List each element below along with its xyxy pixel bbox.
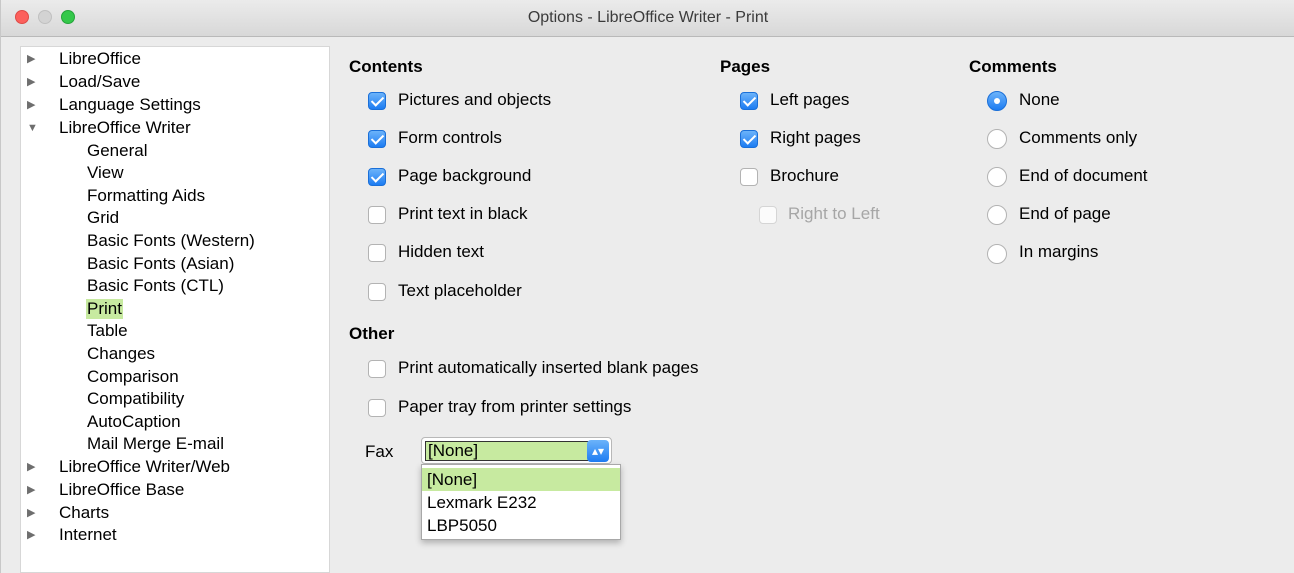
comments-only-label[interactable]: Comments only — [1019, 128, 1137, 148]
options-tree: ▶ LibreOffice ▶ Load/Save ▶ Language Set… — [20, 46, 330, 573]
tree-item-load-save[interactable]: Load/Save — [59, 72, 140, 92]
expand-arrow-icon[interactable]: ▶ — [27, 525, 39, 545]
pages-header: Pages — [720, 57, 771, 76]
end-of-page-label[interactable]: End of page — [1019, 204, 1111, 224]
window-title: Options - LibreOffice Writer - Print — [527, 9, 769, 26]
fax-option-none[interactable]: [None] — [422, 468, 620, 491]
fax-option-lbp5050[interactable]: LBP5050 — [422, 514, 620, 537]
comments-only-radio[interactable] — [987, 129, 1007, 149]
fax-combobox[interactable]: [None] ▴▾ — [421, 437, 612, 464]
blank-pages-label[interactable]: Print automatically inserted blank pages — [398, 358, 699, 378]
expand-arrow-icon[interactable]: ▶ — [27, 95, 39, 115]
paper-tray-label[interactable]: Paper tray from printer settings — [398, 397, 631, 417]
comments-none-radio[interactable] — [987, 91, 1007, 111]
tree-item-grid[interactable]: Grid — [87, 208, 119, 228]
print-text-in-black-checkbox[interactable] — [368, 206, 386, 224]
expand-arrow-icon[interactable]: ▶ — [27, 72, 39, 92]
in-margins-label[interactable]: In margins — [1019, 242, 1098, 262]
print-text-in-black-label[interactable]: Print text in black — [398, 204, 527, 224]
fax-value[interactable]: [None] — [425, 441, 589, 461]
right-to-left-label: Right to Left — [788, 204, 880, 223]
tree-item-internet[interactable]: Internet — [59, 525, 117, 545]
right-pages-label[interactable]: Right pages — [770, 128, 861, 148]
tree-item-basic-fonts-asian[interactable]: Basic Fonts (Asian) — [87, 254, 234, 274]
options-dialog: Options - LibreOffice Writer - Print ▶ L… — [0, 0, 1294, 573]
expand-arrow-icon[interactable]: ▶ — [27, 480, 39, 500]
tree-item-autocaption[interactable]: AutoCaption — [87, 412, 181, 432]
tree-item-charts[interactable]: Charts — [59, 503, 109, 523]
end-of-document-radio[interactable] — [987, 167, 1007, 187]
fax-label: Fax — [365, 442, 394, 461]
tree-item-mail-merge-email[interactable]: Mail Merge E-mail — [87, 434, 224, 454]
fax-dropdown-list: [None] Lexmark E232 LBP5050 — [421, 464, 621, 540]
tree-item-basic-fonts-western[interactable]: Basic Fonts (Western) — [87, 231, 255, 251]
comments-header: Comments — [969, 57, 1057, 76]
paper-tray-checkbox[interactable] — [368, 399, 386, 417]
blank-pages-checkbox[interactable] — [368, 360, 386, 378]
end-of-page-radio[interactable] — [987, 205, 1007, 225]
tree-item-table[interactable]: Table — [87, 321, 128, 341]
expand-arrow-icon[interactable]: ▶ — [27, 503, 39, 523]
text-placeholder-checkbox[interactable] — [368, 283, 386, 301]
left-pages-checkbox[interactable] — [740, 92, 758, 110]
tree-item-print[interactable]: Print — [86, 299, 123, 319]
hidden-text-label[interactable]: Hidden text — [398, 242, 484, 262]
tree-item-writer-web[interactable]: LibreOffice Writer/Web — [59, 457, 230, 477]
contents-header: Contents — [349, 57, 423, 76]
tree-item-libreoffice[interactable]: LibreOffice — [59, 49, 141, 69]
tree-item-libreoffice-base[interactable]: LibreOffice Base — [59, 480, 184, 500]
collapse-arrow-icon[interactable]: ▼ — [27, 118, 39, 138]
left-pages-label[interactable]: Left pages — [770, 90, 849, 110]
tree-item-compatibility[interactable]: Compatibility — [87, 389, 184, 409]
right-to-left-checkbox — [759, 206, 777, 224]
hidden-text-checkbox[interactable] — [368, 244, 386, 262]
chevron-updown-icon[interactable]: ▴▾ — [587, 440, 609, 462]
tree-item-changes[interactable]: Changes — [87, 344, 155, 364]
tree-item-general[interactable]: General — [87, 141, 147, 161]
expand-arrow-icon[interactable]: ▶ — [27, 49, 39, 69]
brochure-label[interactable]: Brochure — [770, 166, 839, 186]
title-bar: Options - LibreOffice Writer - Print — [1, 0, 1294, 37]
other-header: Other — [349, 324, 395, 343]
tree-item-view[interactable]: View — [87, 163, 124, 183]
text-placeholder-label[interactable]: Text placeholder — [398, 281, 522, 301]
pictures-and-objects-label[interactable]: Pictures and objects — [398, 90, 551, 110]
tree-item-formatting-aids[interactable]: Formatting Aids — [87, 186, 205, 206]
in-margins-radio[interactable] — [987, 244, 1007, 264]
tree-item-comparison[interactable]: Comparison — [87, 367, 179, 387]
form-controls-checkbox[interactable] — [368, 130, 386, 148]
comments-none-label[interactable]: None — [1019, 90, 1060, 110]
fax-option-lexmark[interactable]: Lexmark E232 — [422, 491, 620, 514]
tree-item-basic-fonts-ctl[interactable]: Basic Fonts (CTL) — [87, 276, 224, 296]
tree-item-libreoffice-writer[interactable]: LibreOffice Writer — [59, 118, 191, 138]
brochure-checkbox[interactable] — [740, 168, 758, 186]
page-background-label[interactable]: Page background — [398, 166, 531, 186]
pictures-and-objects-checkbox[interactable] — [368, 92, 386, 110]
expand-arrow-icon[interactable]: ▶ — [27, 457, 39, 477]
form-controls-label[interactable]: Form controls — [398, 128, 502, 148]
right-pages-checkbox[interactable] — [740, 130, 758, 148]
tree-item-language-settings[interactable]: Language Settings — [59, 95, 201, 115]
end-of-document-label[interactable]: End of document — [1019, 166, 1148, 186]
page-background-checkbox[interactable] — [368, 168, 386, 186]
